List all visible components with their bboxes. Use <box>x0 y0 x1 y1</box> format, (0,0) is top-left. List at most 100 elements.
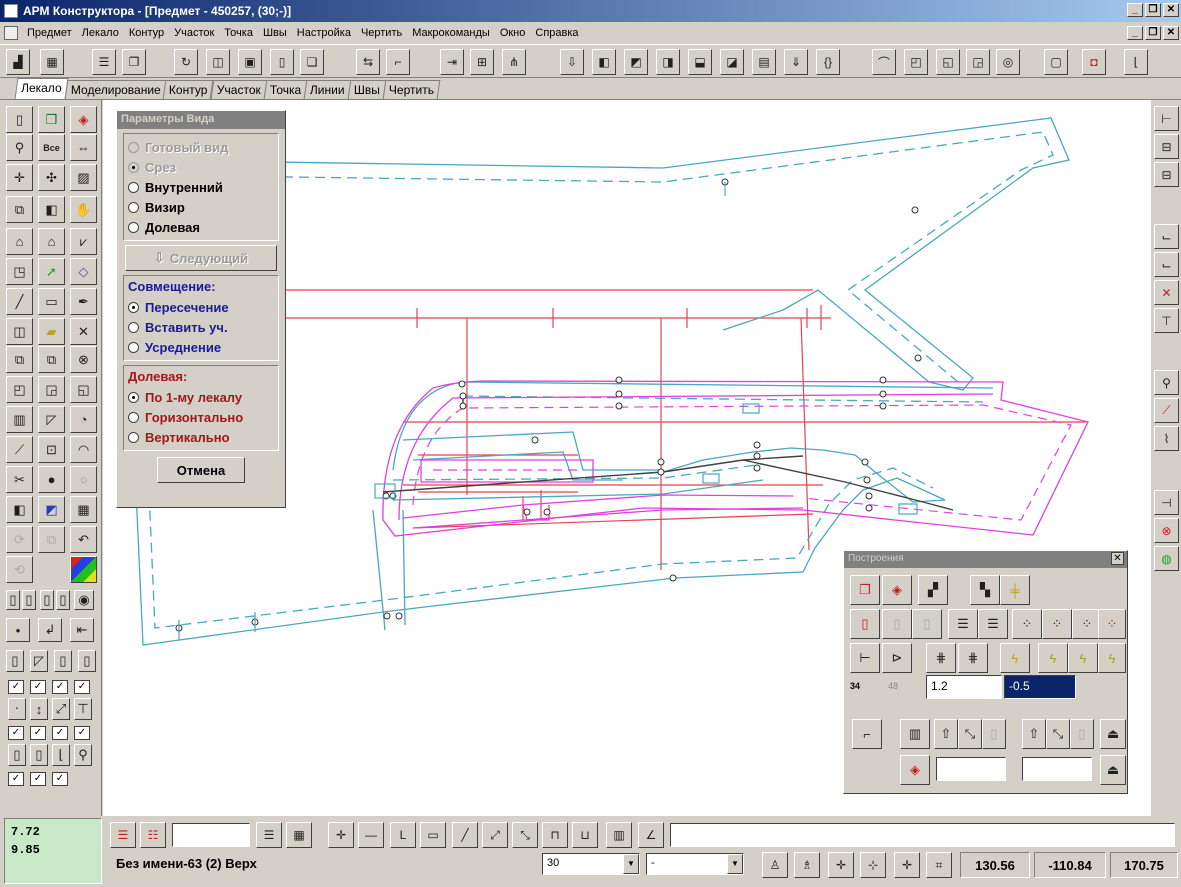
check-3[interactable]: ✓ <box>52 680 68 694</box>
table-view-button[interactable]: ▦ <box>286 822 312 848</box>
mdi-close-button[interactable]: ✕ <box>1163 26 1179 40</box>
snap-c-button[interactable]: ⊟ <box>1154 162 1179 187</box>
green-arrow-button[interactable]: ➚ <box>38 258 65 285</box>
node-i-button[interactable]: ⊗ <box>1154 518 1179 543</box>
check-1[interactable]: ✓ <box>8 680 24 694</box>
option-peresechenie[interactable]: Пересечение <box>128 297 274 317</box>
home2-button[interactable]: ⌂ <box>38 228 65 255</box>
panel-button[interactable]: ◫ <box>6 318 33 345</box>
tab-chertit[interactable]: Чертить <box>382 80 440 99</box>
extend-button[interactable]: ▤ <box>752 49 776 75</box>
doc-button[interactable]: ▢ <box>1044 49 1068 75</box>
drop-button[interactable]: ◔ <box>70 406 97 433</box>
option-usrednenie[interactable]: Усреднение <box>128 337 274 357</box>
cp-layout-a-button[interactable]: ▞ <box>918 575 948 605</box>
node-f-button[interactable]: ⟋ <box>1154 398 1179 423</box>
vee-button[interactable]: ⩗ <box>70 228 97 255</box>
tool-x3-button[interactable]: ⤢ <box>52 698 70 720</box>
cp-dis-b-button[interactable]: ▯ <box>1070 719 1094 749</box>
diag-arrow-button[interactable]: ⤡ <box>512 822 538 848</box>
panel-close-button[interactable]: ✕ <box>1111 552 1124 565</box>
node-e-button[interactable]: ⚲ <box>1154 370 1179 395</box>
red-lines-b-button[interactable]: ☷ <box>140 822 166 848</box>
move-down-button[interactable]: ⬓ <box>688 49 712 75</box>
view-a-button[interactable]: ▯ <box>6 590 20 610</box>
pattern-copy-button[interactable]: ❐ <box>122 49 146 75</box>
menu-item-spravka[interactable]: Справка <box>530 27 583 39</box>
ring-button[interactable]: ○ <box>70 466 97 493</box>
diamond-button[interactable]: ◇ <box>70 258 97 285</box>
cp-disabled-b-button[interactable]: ▯ <box>912 609 942 639</box>
bridge-button[interactable]: ⊓ <box>542 822 568 848</box>
cp-measure-a-button[interactable]: ⊢ <box>850 643 880 673</box>
cp-list-a-button[interactable]: ☰ <box>948 609 978 639</box>
figure-a-button[interactable]: ♙ <box>762 852 788 878</box>
menu-item-kontur[interactable]: Контур <box>124 27 169 39</box>
measure-line-button[interactable]: ⟋ <box>6 436 33 463</box>
center-button[interactable]: ✛ <box>328 822 354 848</box>
menu-item-lekalo[interactable]: Лекало <box>77 27 124 39</box>
copy-a-button[interactable]: ⧉ <box>6 346 33 373</box>
circle-cross-button[interactable]: ⊗ <box>70 346 97 373</box>
cp-eraser-b-button[interactable]: ◈ <box>900 755 930 785</box>
image-button[interactable]: ▨ <box>70 164 97 191</box>
tab-tochka[interactable]: Точка <box>263 80 308 99</box>
move-button[interactable]: ✛ <box>6 164 33 191</box>
cp-dots-a-button[interactable]: ⁘ <box>1012 609 1042 639</box>
check-4[interactable]: ✓ <box>74 680 90 694</box>
circle-button[interactable]: ◎ <box>996 49 1020 75</box>
frame-button[interactable]: ◪ <box>720 49 744 75</box>
tool-y1-button[interactable]: ▯ <box>8 744 26 766</box>
span-button[interactable]: ⊔ <box>572 822 598 848</box>
node-a-button[interactable]: ⌙ <box>1154 224 1179 249</box>
red-lines-a-button[interactable]: ☰ <box>110 822 136 848</box>
cp-dots-b-button[interactable]: ⁘ <box>1042 609 1072 639</box>
axes-b-button[interactable]: ⊹ <box>860 852 886 878</box>
cp-eraser-button[interactable]: ◈ <box>882 575 912 605</box>
cp-layout-b-button[interactable]: ▚ <box>970 575 1000 605</box>
list-view-button[interactable]: ☰ <box>256 822 282 848</box>
node-d-button[interactable]: ⊤ <box>1154 308 1179 333</box>
check-7[interactable]: ✓ <box>52 726 68 740</box>
paint-button[interactable]: ▰ <box>38 318 65 345</box>
command-line-field[interactable] <box>670 823 1175 847</box>
axes-c-button[interactable]: ✛ <box>894 852 920 878</box>
doc-fold-button[interactable]: ◸ <box>38 406 65 433</box>
option-gorizontalno[interactable]: Горизонтально <box>128 407 274 427</box>
cancel-button[interactable]: Отмена <box>157 457 245 483</box>
rotate-button[interactable]: ↻ <box>174 49 198 75</box>
tab-kontur[interactable]: Контур <box>163 80 215 99</box>
snap-b-button[interactable]: ⊟ <box>1154 134 1179 159</box>
curve-tool-button[interactable]: ◠ <box>70 436 97 463</box>
fold-button[interactable]: ⌐ <box>386 49 410 75</box>
disk-button[interactable]: ▥ <box>606 822 632 848</box>
split-vert-button[interactable]: ◨ <box>656 49 680 75</box>
menu-item-chertit[interactable]: Чертить <box>356 27 407 39</box>
chair-button[interactable]: ⌊ <box>1124 49 1148 75</box>
cp-lightning-button[interactable]: ϟ <box>1000 643 1030 673</box>
tab-linii[interactable]: Линии <box>303 80 351 99</box>
book-button[interactable]: ▥ <box>6 406 33 433</box>
circle-tool-button[interactable]: ● <box>38 466 65 493</box>
diag-line-button[interactable]: ╱ <box>452 822 478 848</box>
check-8[interactable]: ✓ <box>74 726 90 740</box>
menu-item-okno[interactable]: Окно <box>495 27 531 39</box>
second-combo[interactable]: - ▼ <box>646 853 744 875</box>
menu-item-tochka[interactable]: Точка <box>219 27 258 39</box>
dash-button[interactable]: — <box>358 822 384 848</box>
scissors-button[interactable]: ✂ <box>6 466 33 493</box>
cross-button[interactable]: ✕ <box>70 318 97 345</box>
shape-b-button[interactable]: ◲ <box>38 376 65 403</box>
tab-uchastok[interactable]: Участок <box>210 80 267 99</box>
tab-shvy[interactable]: Швы <box>347 80 386 99</box>
option-dolevaya[interactable]: Долевая <box>128 217 274 237</box>
pattern-list-button[interactable]: ☰ <box>92 49 116 75</box>
split-pattern-button[interactable]: ◧ <box>38 196 65 223</box>
cp-dots-d-button[interactable]: ⁘ <box>1098 609 1126 639</box>
menu-item-makrokomandy[interactable]: Макрокоманды <box>407 27 495 39</box>
diag-both-button[interactable]: ⤢ <box>482 822 508 848</box>
view-e-button[interactable]: ◉ <box>74 590 94 610</box>
view-c-button[interactable]: ▯ <box>40 590 54 610</box>
cp-measure-b-button[interactable]: ⊳ <box>882 643 912 673</box>
figure-b-button[interactable]: ♗ <box>794 852 820 878</box>
